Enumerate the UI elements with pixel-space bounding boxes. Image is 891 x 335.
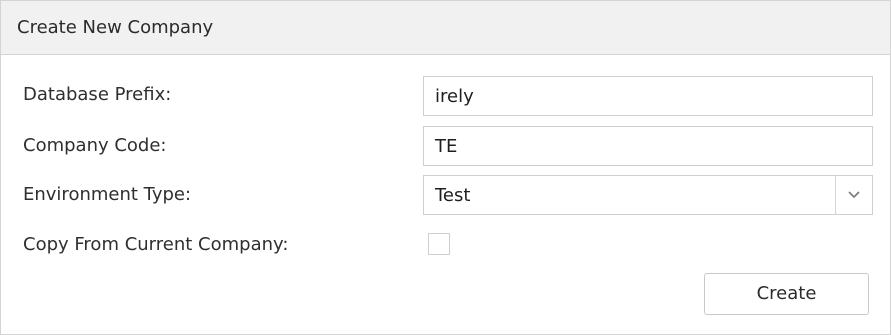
environment-type-select[interactable]: Test bbox=[423, 175, 873, 215]
database-prefix-field[interactable]: irely bbox=[423, 76, 873, 116]
copy-from-current-checkbox[interactable] bbox=[428, 233, 450, 255]
copy-from-current-label: Copy From Current Company: bbox=[23, 234, 289, 255]
select-divider bbox=[835, 176, 836, 214]
panel-title: Create New Company bbox=[17, 17, 214, 38]
database-prefix-value: irely bbox=[435, 86, 474, 107]
company-code-label: Company Code: bbox=[23, 135, 167, 156]
company-code-field[interactable]: TE bbox=[423, 126, 873, 166]
panel-header: Create New Company bbox=[1, 1, 890, 55]
create-button[interactable]: Create bbox=[704, 273, 869, 315]
database-prefix-label: Database Prefix: bbox=[23, 84, 172, 105]
create-company-panel: Create New Company Database Prefix: irel… bbox=[0, 0, 891, 335]
environment-type-value: Test bbox=[435, 185, 471, 206]
company-code-value: TE bbox=[435, 136, 458, 157]
chevron-down-icon[interactable] bbox=[847, 187, 861, 201]
environment-type-label: Environment Type: bbox=[23, 184, 192, 205]
